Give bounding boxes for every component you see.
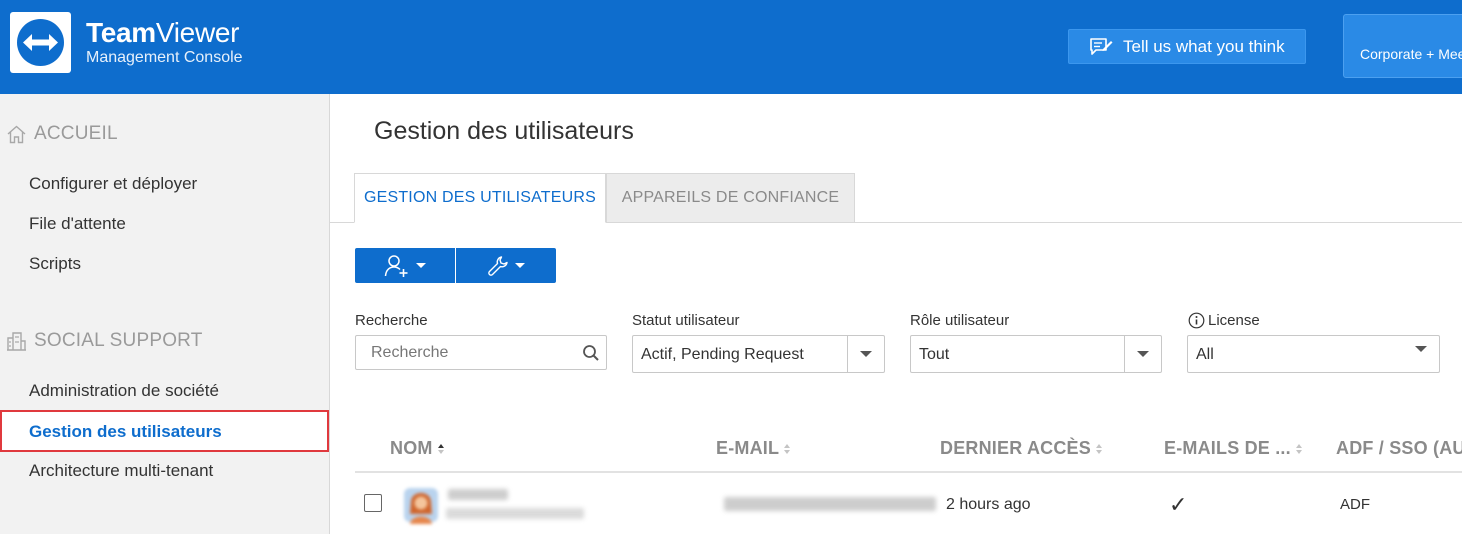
sidebar-item-gestion-utilisateurs[interactable]: Gestion des utilisateurs [0, 410, 329, 452]
status-select[interactable]: Actif, Pending Request [632, 335, 885, 373]
column-header-label: NOM [390, 438, 433, 458]
brand-title: TeamViewer [86, 18, 243, 48]
role-select[interactable]: Tout [910, 335, 1162, 373]
status-label: Statut utilisateur [632, 312, 740, 329]
status-dropdown-toggle[interactable] [847, 336, 884, 372]
sidebar-section-social-support[interactable]: SOCIAL SUPPORT [6, 330, 203, 352]
sidebar-item-configurer[interactable]: Configurer et déployer [29, 174, 197, 194]
row-checkbox[interactable] [364, 494, 382, 512]
role-value: Tout [919, 346, 950, 363]
column-header-label: DERNIER ACCÈS [940, 438, 1091, 458]
chevron-down-icon [416, 263, 426, 268]
license-label: License [1188, 312, 1260, 329]
sort-icon [1095, 443, 1102, 454]
chevron-down-icon [1415, 346, 1427, 369]
column-header-label: ADF / SSO (AU [1336, 438, 1462, 458]
feedback-icon [1090, 37, 1113, 55]
column-header-dernier-acces[interactable]: DERNIER ACCÈS [940, 438, 1102, 459]
search-input[interactable] [356, 336, 566, 369]
tools-button[interactable] [456, 248, 556, 283]
chevron-down-icon [1137, 351, 1149, 357]
add-user-icon [384, 254, 408, 277]
tab-appareils-confiance[interactable]: APPAREILS DE CONFIANCE [606, 173, 855, 223]
top-header: TeamViewer Management Console Tell us wh… [0, 0, 1462, 94]
last-access-cell: 2 hours ago [946, 496, 1031, 513]
feedback-button[interactable]: Tell us what you think [1068, 29, 1306, 64]
license-select[interactable]: All [1187, 335, 1440, 373]
column-header-nom[interactable]: NOM [390, 438, 444, 459]
role-dropdown-toggle[interactable] [1124, 336, 1161, 372]
blurred-email [724, 497, 936, 511]
search-label: Recherche [355, 312, 428, 329]
table-header-divider [355, 471, 1462, 473]
column-header-adf-sso[interactable]: ADF / SSO (AU [1336, 438, 1462, 459]
brand: TeamViewer Management Console [86, 18, 243, 67]
role-label: Rôle utilisateur [910, 312, 1010, 329]
avatar [402, 484, 440, 524]
sidebar-item-scripts[interactable]: Scripts [29, 254, 81, 274]
column-header-emails[interactable]: E-MAILS DE ... [1164, 438, 1302, 459]
sort-icon [784, 443, 791, 454]
brand-title-bold: Team [86, 17, 156, 48]
blurred-user-role [446, 508, 584, 519]
sidebar-item-multi-tenant[interactable]: Architecture multi-tenant [29, 461, 213, 481]
search-icon[interactable] [582, 344, 600, 362]
sort-icon [1295, 443, 1302, 454]
license-label-text: License [1208, 312, 1260, 329]
brand-title-thin: Viewer [155, 17, 240, 48]
blurred-user-name [448, 489, 508, 500]
wrench-icon [488, 255, 508, 276]
sidebar: ACCUEIL Configurer et déployer File d'at… [0, 94, 330, 534]
tab-gestion-utilisateurs[interactable]: GESTION DES UTILISATEURS [354, 173, 606, 223]
double-arrow-icon [23, 34, 58, 51]
sidebar-section-label: SOCIAL SUPPORT [34, 330, 203, 351]
search-field[interactable] [355, 335, 607, 370]
adf-cell: ADF [1340, 496, 1370, 513]
checkmark-icon: ✓ [1169, 492, 1188, 517]
license-value: All [1196, 346, 1214, 363]
sort-icon [437, 443, 444, 454]
license-dropdown-toggle[interactable] [1415, 346, 1427, 370]
page-title: Gestion des utilisateurs [374, 117, 634, 145]
column-header-label: E-MAILS DE ... [1164, 438, 1291, 458]
sidebar-item-file-attente[interactable]: File d'attente [29, 214, 126, 234]
column-header-label: E-MAIL [716, 438, 780, 458]
logo-circle [17, 19, 64, 66]
building-icon [7, 331, 26, 351]
chevron-down-icon [860, 351, 872, 357]
corporate-button[interactable]: Corporate + Mee [1343, 14, 1462, 78]
info-icon[interactable] [1188, 312, 1205, 329]
status-value: Actif, Pending Request [641, 346, 804, 363]
sidebar-section-label: ACCUEIL [34, 123, 118, 144]
column-header-email[interactable]: E-MAIL [716, 438, 791, 459]
add-user-button[interactable] [355, 248, 455, 283]
user-avatar-icon [404, 488, 438, 524]
feedback-label: Tell us what you think [1123, 36, 1285, 56]
home-icon [7, 125, 26, 143]
sidebar-section-accueil[interactable]: ACCUEIL [6, 123, 118, 145]
brand-subtitle: Management Console [86, 49, 243, 66]
sidebar-item-administration[interactable]: Administration de société [29, 381, 219, 401]
chevron-down-icon [515, 263, 525, 268]
teamviewer-logo[interactable] [10, 12, 71, 73]
sidebar-item-label: Gestion des utilisateurs [29, 422, 222, 441]
